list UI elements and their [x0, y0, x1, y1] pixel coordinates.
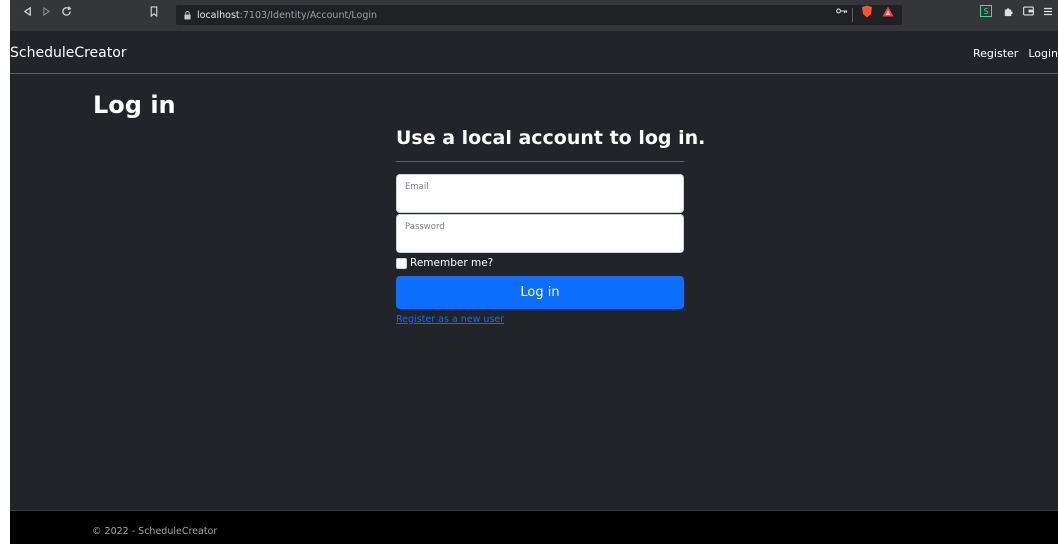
forward-icon[interactable] [38, 3, 54, 19]
login-button[interactable]: Log in [396, 276, 684, 309]
password-field[interactable]: Password [396, 214, 684, 253]
wallet-icon[interactable] [1020, 3, 1036, 19]
lock-icon [184, 10, 191, 20]
app-navbar: ScheduleCreator Register Login [10, 31, 1058, 74]
nav-register-link[interactable]: Register [973, 47, 1018, 60]
toolbar-divider [852, 8, 853, 22]
address-bar[interactable]: localhost:7103/Identity/Account/Login [176, 5, 902, 25]
puzzle-icon[interactable] [1000, 3, 1016, 19]
sync-extension-icon[interactable]: S [978, 3, 994, 19]
reload-icon[interactable] [58, 3, 74, 19]
remember-label: Remember me? [410, 257, 494, 269]
browser-toolbar: localhost:7103/Identity/Account/Login S [10, 0, 1058, 31]
register-new-user-link[interactable]: Register as a new user [396, 314, 504, 325]
back-icon[interactable] [19, 3, 35, 19]
menu-icon[interactable] [1040, 3, 1056, 19]
nav-links: Register Login [973, 47, 1058, 60]
nav-login-link[interactable]: Login [1028, 47, 1058, 60]
brand-link[interactable]: ScheduleCreator [10, 45, 127, 61]
key-icon[interactable] [834, 3, 850, 19]
bookmark-icon[interactable] [146, 3, 162, 19]
footer-text: © 2022 - ScheduleCreator [92, 526, 218, 537]
footer: © 2022 - ScheduleCreator [10, 510, 1058, 544]
url-host: localhost [197, 9, 240, 21]
main-content: Log in Use a local account to log in. Em… [10, 74, 1058, 510]
brave-shield-icon[interactable] [859, 3, 875, 19]
divider [396, 161, 684, 162]
section-title: Use a local account to log in. [396, 127, 706, 149]
browser-window: localhost:7103/Identity/Account/Login S … [10, 0, 1058, 544]
email-field[interactable]: Email [396, 174, 684, 213]
password-input[interactable] [397, 215, 683, 252]
url-path: :7103/Identity/Account/Login [239, 9, 378, 21]
brave-rewards-icon[interactable] [880, 3, 896, 19]
remember-me[interactable]: Remember me? [396, 257, 493, 269]
page-title: Log in [93, 91, 176, 119]
email-input[interactable] [397, 175, 683, 212]
remember-checkbox[interactable] [396, 257, 407, 269]
